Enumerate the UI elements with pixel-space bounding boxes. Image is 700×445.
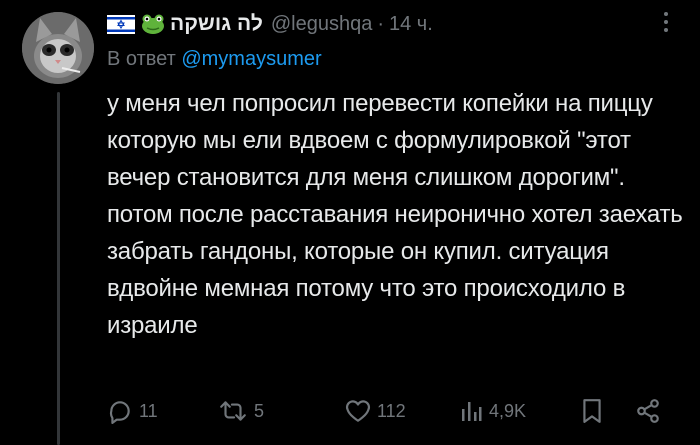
share-icon (635, 398, 661, 424)
tweet-content: לה גושקה @legushqa · 14 ч. В ответ @myma… (107, 10, 687, 344)
retweet-icon (218, 398, 248, 424)
israel-flag-icon (107, 14, 135, 34)
share-button[interactable] (635, 396, 661, 426)
bookmark-button[interactable] (581, 396, 603, 426)
tweet-text: у меня чел попросил перевести копейки на… (107, 90, 683, 339)
reply-to-line: В ответ @mymaysumer (107, 48, 687, 74)
like-button[interactable]: 112 (345, 396, 406, 426)
heart-icon (345, 399, 371, 423)
retweet-button[interactable]: 5 (218, 396, 264, 426)
frog-emoji-icon (141, 13, 165, 35)
avatar-column (22, 12, 94, 84)
views-button[interactable]: 4,9K (459, 396, 526, 426)
avatar[interactable] (22, 12, 94, 84)
like-count: 112 (377, 400, 406, 421)
timestamp[interactable]: 14 ч. (389, 13, 433, 36)
bookmark-icon (581, 398, 603, 424)
retweet-count: 5 (254, 400, 265, 421)
views-count: 4,9K (489, 400, 527, 421)
reply-prefix: В ответ (107, 48, 176, 70)
display-name[interactable]: לה גושקה (170, 12, 263, 36)
user-handle[interactable]: @legushqa (271, 13, 372, 36)
reply-icon (107, 398, 133, 424)
separator-dot: · (377, 12, 384, 35)
more-icon[interactable] (654, 8, 678, 36)
reply-count: 11 (139, 400, 158, 421)
views-icon (459, 399, 483, 423)
action-bar: 11 5 112 4,9K (107, 396, 667, 426)
tweet-header: לה גושקה @legushqa · 14 ч. (107, 10, 687, 38)
reply-button[interactable]: 11 (107, 396, 158, 426)
reply-mention-link[interactable]: @mymaysumer (181, 48, 321, 70)
thread-line (57, 92, 60, 445)
